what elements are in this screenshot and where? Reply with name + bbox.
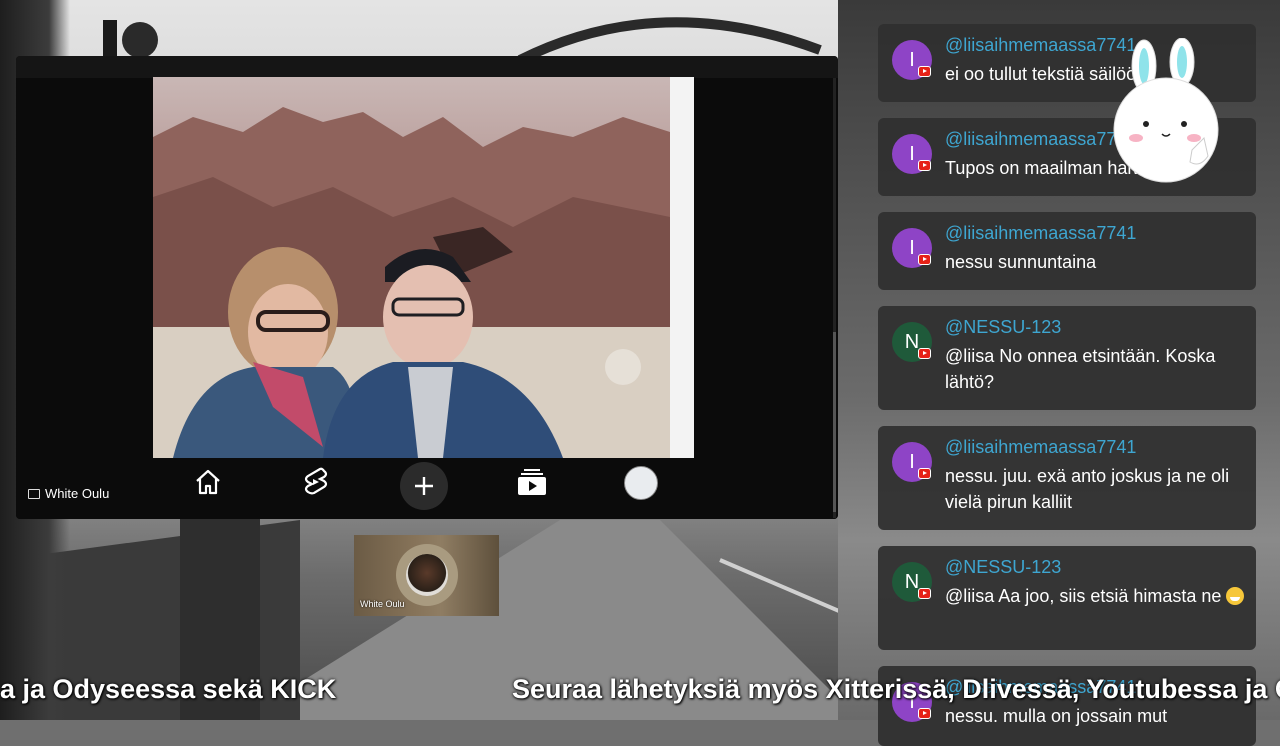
thumbnail-food — [406, 554, 448, 596]
thumbnail-label: White Oulu — [360, 599, 405, 609]
ticker-text-right: Seuraa lähetyksiä myös Xitterissä, Dlive… — [512, 674, 1280, 704]
subscriptions-icon[interactable] — [514, 464, 550, 500]
video-frame-photo — [153, 77, 694, 458]
chat-username[interactable]: @NESSU-123 — [945, 317, 1061, 338]
chat-text: nessu sunnuntaina — [945, 252, 1097, 272]
chat-text: @liisa Aa joo, siis etsiä himasta ne — [945, 583, 1245, 609]
chat-text: @liisa No onnea etsintään. Koska lähtö? — [945, 346, 1216, 392]
chat-username[interactable]: @NESSU-123 — [945, 557, 1061, 578]
youtube-badge-icon — [918, 348, 931, 359]
video-window[interactable]: White Oulu — [16, 56, 838, 519]
shorts-icon[interactable] — [298, 464, 334, 500]
video-topbar — [16, 56, 838, 78]
chat-message: I @liisaihmemaassa7741 nessu sunnuntaina — [878, 212, 1256, 290]
camera-thumbnail: White Oulu — [354, 535, 499, 616]
news-ticker: a ja Odyseessa sekä KICK Seuraa lähetyks… — [0, 674, 1280, 718]
chat-message: N @NESSU-123 @liisa Aa joo, siis etsiä h… — [878, 546, 1256, 650]
plus-icon[interactable] — [400, 462, 448, 510]
youtube-badge-icon — [918, 588, 931, 599]
cast-label-text: White Oulu — [45, 486, 110, 501]
profile-avatar[interactable] — [624, 466, 658, 500]
bunny-sticker — [1113, 38, 1219, 183]
youtube-badge-icon — [918, 66, 931, 77]
youtube-badge-icon — [918, 160, 931, 171]
youtube-badge-icon — [918, 254, 931, 265]
ticker-text-left: a ja Odyseessa sekä KICK — [0, 674, 337, 704]
photo-scene — [153, 107, 670, 458]
cast-label: White Oulu — [28, 486, 109, 501]
chat-text: nessu. juu. exä anto joskus ja ne oli vi… — [945, 466, 1230, 512]
home-icon[interactable] — [190, 464, 226, 500]
chat-text-content: @liisa Aa joo, siis etsiä himasta ne — [945, 586, 1222, 606]
chat-username[interactable]: @liisaihmemaassa7741 — [945, 437, 1136, 458]
chat-message: N @NESSU-123 @liisa No onnea etsintään. … — [878, 306, 1256, 410]
smile-emoji-icon — [1226, 587, 1245, 605]
phone-side-panel — [670, 77, 694, 458]
chat-message: I @liisaihmemaassa7741 nessu. juu. exä a… — [878, 426, 1256, 530]
youtube-badge-icon — [918, 468, 931, 479]
video-scrollbar-thumb[interactable] — [833, 332, 836, 512]
chat-username[interactable]: @liisaihmemaassa7741 — [945, 223, 1136, 244]
cast-icon — [28, 488, 40, 499]
